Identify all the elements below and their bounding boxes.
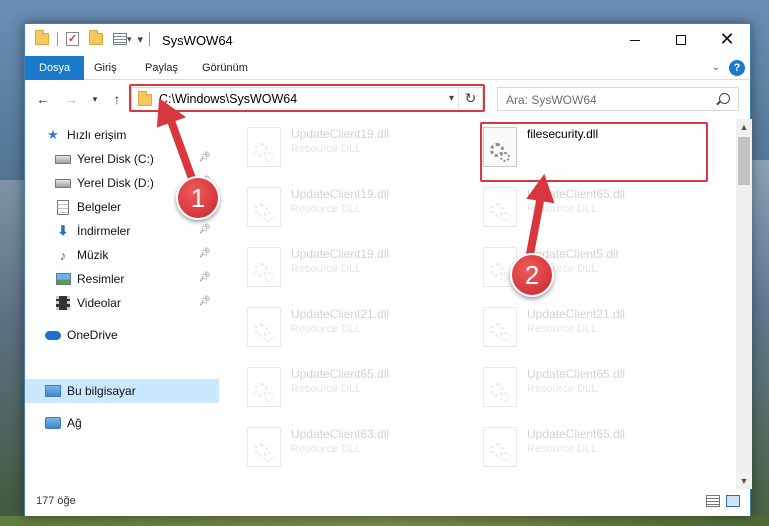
callout-step-2: 2 xyxy=(510,253,554,297)
arrow-to-address-bar xyxy=(166,114,198,188)
arrow-to-file xyxy=(526,192,545,258)
callout-step-1: 1 xyxy=(176,176,220,220)
annotation-arrows xyxy=(156,98,555,258)
arrow-head-1 xyxy=(156,98,187,128)
arrow-head-2 xyxy=(526,173,555,204)
